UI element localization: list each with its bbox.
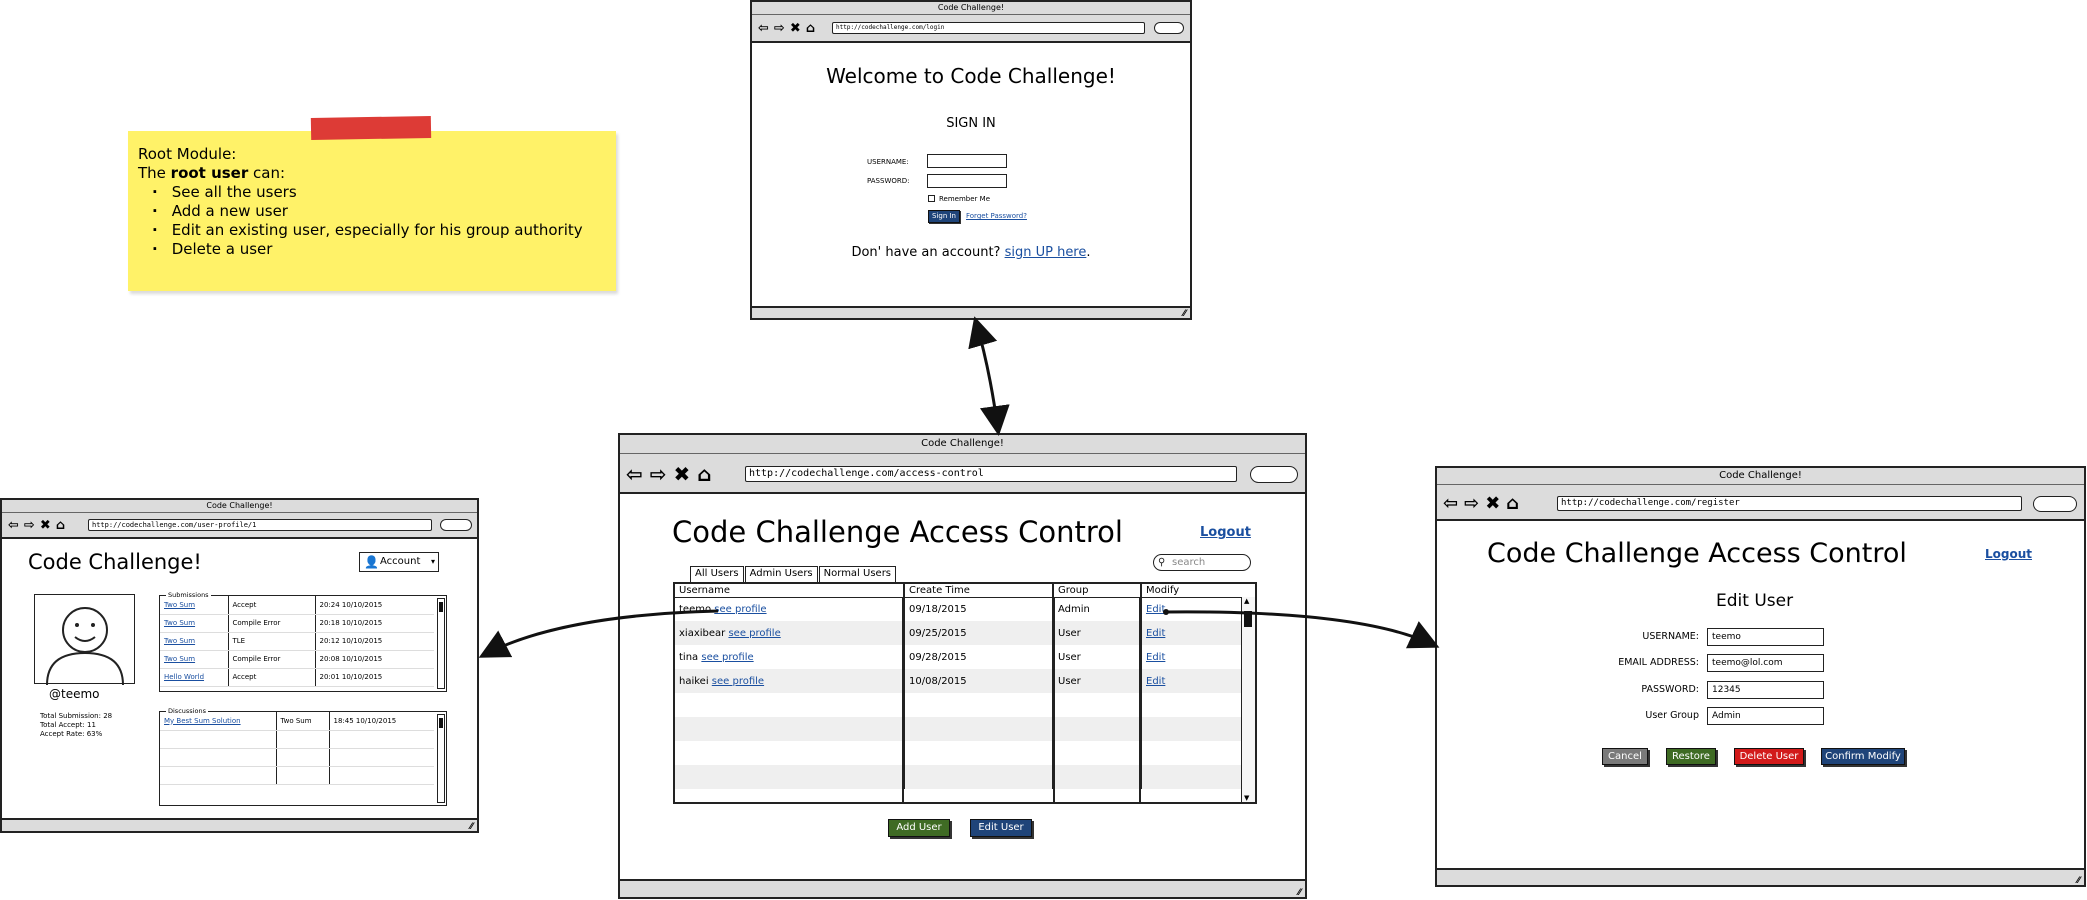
arrow-access-to-profile	[478, 609, 719, 658]
arrow-origin-dot	[1163, 609, 1169, 615]
arrow-signin-to-access	[968, 316, 1010, 436]
arrow-access-to-edit	[1165, 610, 1440, 649]
flow-arrows	[478, 316, 1440, 658]
